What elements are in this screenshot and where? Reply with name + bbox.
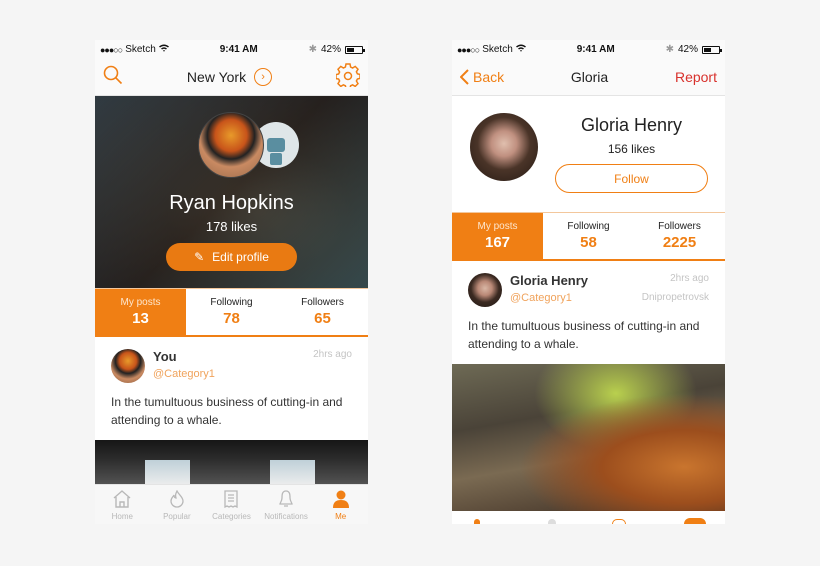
signal-icon: ●●●○○ — [100, 44, 123, 55]
status-bar: ●●●○○ Sketch 9:41 AM ✱ 42% — [95, 40, 368, 59]
stat-my-posts[interactable]: My posts 167 — [452, 213, 543, 259]
post-category[interactable]: @Category1 — [510, 292, 634, 304]
stat-label: Following — [567, 221, 610, 232]
tab-notifications[interactable]: Notifications — [259, 485, 314, 524]
carrier: Sketch — [125, 44, 156, 55]
list-icon — [204, 490, 259, 510]
post-author: You — [153, 349, 177, 364]
wifi-icon — [158, 44, 169, 55]
stat-value: 2225 — [662, 234, 697, 251]
stat-followers[interactable]: Followers 65 — [277, 289, 368, 335]
chevron-left-icon — [460, 69, 469, 85]
clock: 9:41 AM — [219, 44, 258, 55]
nav-bar: New York › — [95, 59, 368, 96]
stat-label: Followers — [658, 221, 701, 232]
post-time: 2hrs ago — [313, 349, 352, 360]
post-location: Dnipropetrovsk — [641, 292, 709, 303]
nav-title: Gloria — [570, 69, 609, 85]
bluetooth-icon: ✱ — [308, 44, 317, 55]
tab-me[interactable]: Me — [313, 485, 368, 524]
carrier: Sketch — [482, 44, 513, 55]
battery-percent: 42% — [677, 44, 698, 55]
nav-title: New York — [186, 69, 247, 85]
battery-icon — [702, 45, 722, 54]
tab-categories[interactable]: Categories — [204, 485, 259, 524]
bell-icon — [259, 490, 314, 510]
stat-label: My posts — [120, 297, 161, 308]
profile-likes: 178 likes — [205, 219, 258, 234]
profile-name: Ryan Hopkins — [169, 192, 294, 214]
my-profile-screen: ●●●○○ Sketch 9:41 AM ✱ 42% New York › Ry… — [95, 40, 368, 524]
wifi-icon — [515, 44, 526, 55]
post-text: In the tumultuous business of cutting-in… — [111, 395, 343, 427]
post-avatar[interactable] — [111, 349, 145, 383]
back-label: Back — [473, 69, 505, 85]
location-selector[interactable]: New York › — [186, 68, 273, 86]
robot-icon — [267, 138, 285, 165]
back-button[interactable]: Back — [460, 69, 504, 85]
action-icon[interactable] — [548, 519, 556, 524]
edit-profile-label: Edit profile — [212, 250, 269, 264]
post-category[interactable]: @Category1 — [153, 368, 305, 380]
gear-icon[interactable] — [335, 62, 361, 92]
stat-value: 13 — [132, 310, 149, 327]
stat-followers[interactable]: Followers 2225 — [634, 213, 725, 259]
stat-label: My posts — [477, 221, 518, 232]
post-image[interactable] — [452, 364, 725, 511]
avatar[interactable] — [198, 112, 264, 178]
stat-value: 167 — [484, 234, 511, 251]
clock: 9:41 AM — [576, 44, 615, 55]
avatar[interactable] — [470, 113, 538, 181]
post-time: 2hrs ago — [670, 273, 709, 284]
action-icon[interactable] — [612, 519, 626, 524]
tab-popular[interactable]: Popular — [150, 485, 205, 524]
nav-bar: Back Gloria Report — [452, 59, 725, 96]
tab-label: Categories — [212, 512, 251, 521]
bluetooth-icon: ✱ — [665, 44, 674, 55]
profile-likes: 156 likes — [607, 142, 656, 156]
profile-header: Gloria Henry 156 likes Follow — [452, 96, 725, 212]
post-card[interactable]: Gloria Henry @Category1 2hrs ago Dniprop… — [452, 261, 725, 353]
profile-name: Gloria Henry — [580, 115, 683, 135]
battery-icon — [345, 45, 365, 54]
stat-label: Followers — [301, 297, 344, 308]
tab-label: Notifications — [264, 512, 308, 521]
status-bar: ●●●○○ Sketch 9:41 AM ✱ 42% — [452, 40, 725, 59]
report-button[interactable]: Report — [675, 69, 717, 85]
person-icon — [313, 490, 368, 510]
pencil-icon: ✎ — [194, 250, 205, 264]
post-text: In the tumultuous business of cutting-in… — [468, 319, 700, 351]
action-icon[interactable] — [684, 518, 706, 524]
chevron-right-circle-icon: › — [254, 68, 273, 86]
tab-label: Me — [335, 512, 347, 521]
profile-header: Ryan Hopkins 178 likes ✎ Edit profile — [95, 96, 368, 288]
user-profile-screen: ●●●○○ Sketch 9:41 AM ✱ 42% Back Gloria R… — [452, 40, 725, 524]
tab-bar: Home Popular Categories Notifications Me — [95, 484, 368, 524]
search-icon[interactable] — [103, 65, 123, 90]
home-icon — [95, 490, 150, 510]
stats-bar: My posts 13 Following 78 Followers 65 — [95, 288, 368, 337]
follow-button[interactable]: Follow — [555, 164, 708, 193]
signal-icon: ●●●○○ — [457, 44, 480, 55]
stat-following[interactable]: Following 78 — [186, 289, 277, 335]
action-icon[interactable] — [474, 519, 480, 524]
stat-following[interactable]: Following 58 — [543, 213, 634, 259]
tab-home[interactable]: Home — [95, 485, 150, 524]
edit-profile-button[interactable]: ✎ Edit profile — [166, 243, 297, 271]
stats-bar: My posts 167 Following 58 Followers 2225 — [452, 212, 725, 261]
tab-label: Home — [111, 512, 133, 521]
stat-value: 58 — [580, 234, 597, 251]
post-card[interactable]: You @Category1 2hrs ago In the tumultuou… — [95, 337, 368, 429]
stat-value: 78 — [223, 310, 240, 327]
stat-value: 65 — [314, 310, 331, 327]
stat-label: Following — [210, 297, 253, 308]
post-image[interactable] — [95, 440, 368, 486]
battery-percent: 42% — [320, 44, 341, 55]
post-avatar[interactable] — [468, 273, 502, 307]
tab-label: Popular — [163, 512, 191, 521]
stat-my-posts[interactable]: My posts 13 — [95, 289, 186, 335]
post-actions-bar — [452, 511, 725, 524]
post-author: Gloria Henry — [510, 273, 589, 288]
flame-icon — [150, 489, 205, 510]
